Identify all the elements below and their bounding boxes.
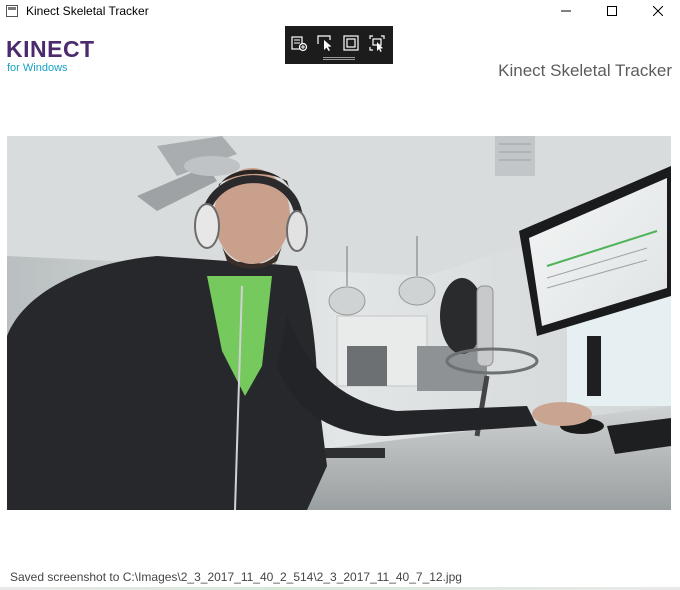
- camera-feed-image: [7, 136, 671, 510]
- maximize-button[interactable]: [589, 0, 635, 22]
- track-focused-element-button[interactable]: [367, 33, 387, 53]
- select-element-button[interactable]: [315, 33, 335, 53]
- kinect-logo: KINECT: [6, 36, 95, 62]
- app-title: Kinect Skeletal Tracker: [498, 61, 672, 80]
- title-bar: Kinect Skeletal Tracker: [0, 0, 680, 22]
- add-ui-element-icon: [291, 36, 308, 52]
- window-title: Kinect Skeletal Tracker: [26, 4, 149, 18]
- toolbar-drag-handle[interactable]: [323, 57, 355, 60]
- kinect-logo-subtitle: for Windows: [7, 62, 68, 74]
- add-ui-element-button[interactable]: [289, 33, 309, 53]
- track-focused-element-icon: [369, 35, 385, 52]
- status-message: Saved screenshot to C:\Images\2_3_2017_1…: [10, 570, 462, 584]
- debug-toolbar: [285, 26, 393, 64]
- display-layout-adorners-icon: [343, 35, 359, 51]
- close-icon: [653, 6, 663, 16]
- minimize-button[interactable]: [543, 0, 589, 22]
- maximize-icon: [607, 6, 617, 16]
- display-layout-adorners-button[interactable]: [341, 33, 361, 53]
- select-element-icon: [317, 35, 332, 51]
- camera-feed-scene: [7, 136, 671, 510]
- app-window-icon: [6, 5, 18, 17]
- minimize-icon: [561, 10, 571, 12]
- close-button[interactable]: [635, 0, 680, 22]
